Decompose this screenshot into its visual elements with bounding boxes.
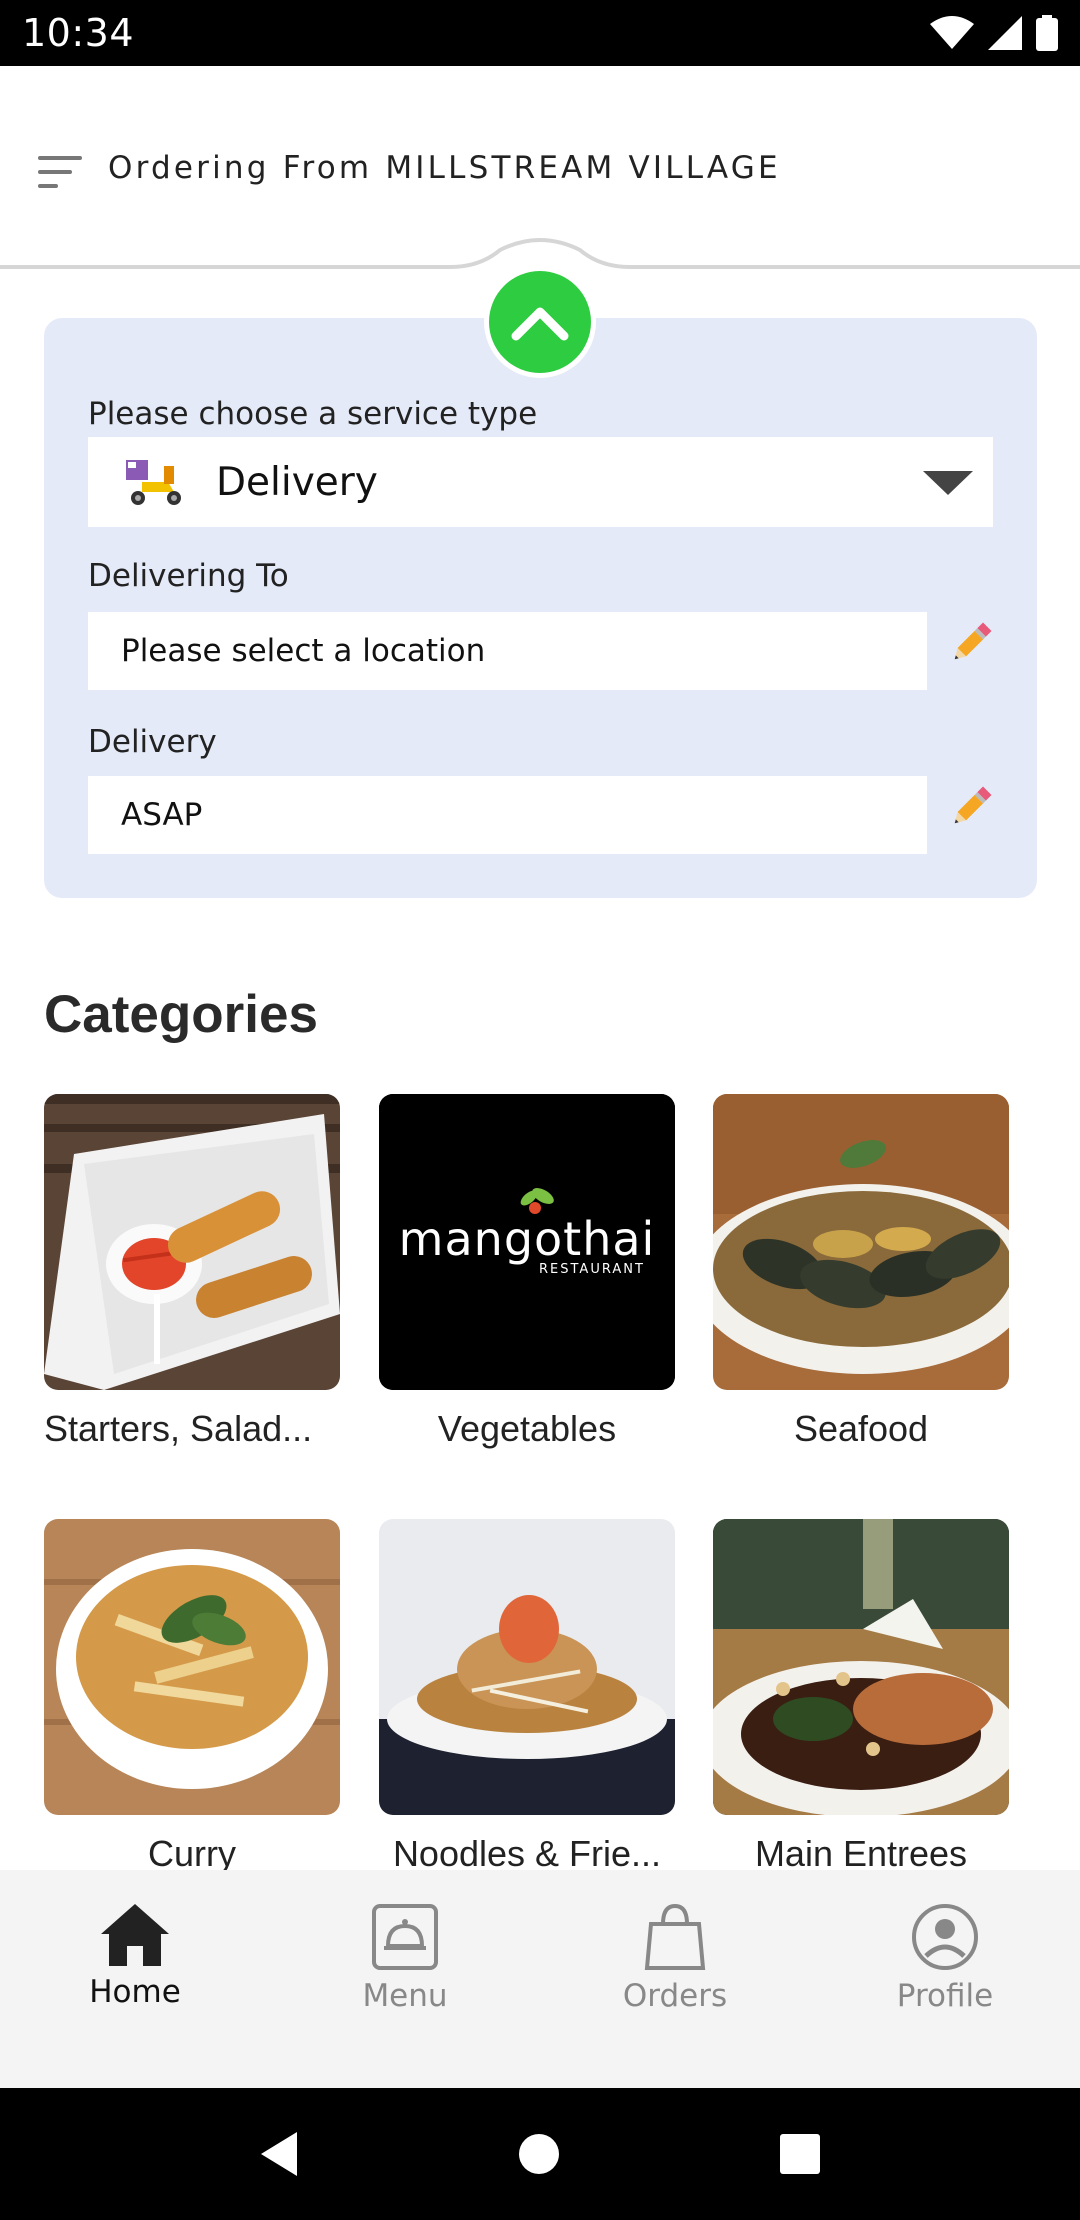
nav-item-profile[interactable]: Profile [810,1870,1080,2088]
nav-label: Home [89,1974,181,2010]
nav-item-menu[interactable]: Menu [270,1870,540,2088]
category-tile-seafood[interactable]: Seafood [713,1094,1009,1450]
categories-title: Categories [44,985,318,1044]
header-title: Ordering From MILLSTREAM VILLAGE [108,150,781,186]
delivery-scooter-icon [126,460,181,505]
delivery-time-label: Delivery [88,724,217,760]
category-image [44,1094,340,1390]
edit-location-pencil-icon[interactable] [946,618,996,668]
chevron-up-icon [511,307,569,341]
nav-label: Menu [362,1978,448,2014]
category-label: Starters, Salad... [44,1408,313,1449]
service-type-select[interactable]: Delivery [88,437,993,527]
delivering-to-label: Delivering To [88,558,289,594]
nav-item-home[interactable]: Home [0,1870,270,2088]
system-nav-bar [0,2088,1080,2220]
wifi-icon [930,16,974,49]
collapse-panel-button[interactable] [484,266,596,378]
category-tile-noodles[interactable]: Noodles & Frie... [379,1519,675,1875]
service-type-label: Please choose a service type [88,396,538,432]
edit-time-pencil-icon[interactable] [946,782,996,832]
nav-label: Orders [622,1978,728,2014]
category-label: Noodles & Frie... [392,1833,662,1874]
category-label: Curry [148,1833,236,1874]
category-image [713,1094,1009,1390]
battery-icon [1036,15,1058,51]
back-icon[interactable] [259,2130,299,2178]
signal-icon [988,16,1022,50]
status-bar: 10:34 [0,0,1080,66]
category-tile-starters[interactable]: Starters, Salad... [44,1094,340,1450]
category-label: Seafood [793,1408,929,1449]
category-tile-vegetables[interactable]: mangothai RESTAURANT Vegetables [379,1094,675,1450]
nav-label: Profile [896,1978,994,2014]
service-type-value: Delivery [216,459,378,505]
location-input[interactable]: Please select a location [88,612,927,690]
bottom-nav: Home Menu Orders Profile [0,1870,1080,2088]
collapse-button-circle [489,271,591,373]
category-image: mangothai RESTAURANT [379,1094,675,1390]
home-icon [101,1904,169,1966]
dropdown-arrow-icon [923,471,973,495]
menu-cloche-icon [372,1904,438,1970]
profile-icon [912,1904,978,1970]
status-icons [930,15,1058,51]
category-label: Main Entrees [754,1833,968,1874]
status-time: 10:34 [22,11,135,55]
mangothai-logo-text: mangothai [398,1212,656,1266]
mangothai-logo-subtext: RESTAURANT [539,1262,645,1277]
category-image [713,1519,1009,1815]
category-tile-curry[interactable]: Curry [44,1519,340,1875]
category-tile-main-entrees[interactable]: Main Entrees [713,1519,1009,1875]
recents-icon[interactable] [779,2133,821,2175]
home-button-icon[interactable] [517,2132,561,2176]
menu-icon[interactable] [36,152,86,192]
delivery-time-input[interactable]: ASAP [88,776,927,854]
nav-item-orders[interactable]: Orders [540,1870,810,2088]
category-image [44,1519,340,1815]
category-label: Vegetables [437,1408,617,1449]
category-image [379,1519,675,1815]
shopping-bag-icon [644,1903,706,1970]
